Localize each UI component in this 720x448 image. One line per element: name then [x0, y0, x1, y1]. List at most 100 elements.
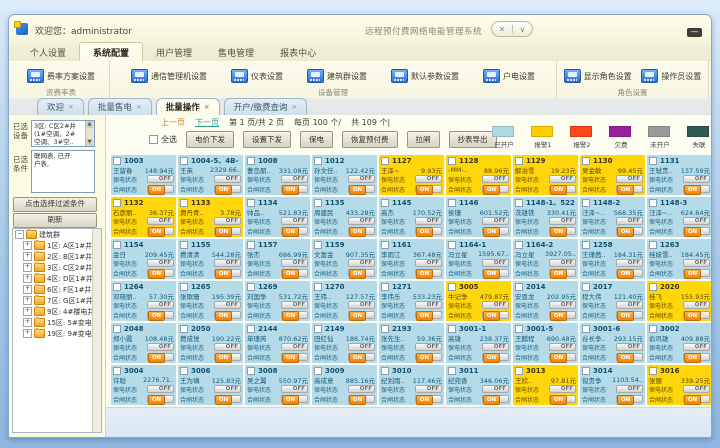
tree-item[interactable]: +7区: G区1#井: [13, 295, 101, 306]
card-checkbox[interactable]: [180, 199, 188, 207]
card-checkbox[interactable]: [247, 367, 255, 375]
switch-toggle[interactable]: ON: [616, 353, 643, 361]
card-checkbox[interactable]: [582, 367, 590, 375]
card-checkbox[interactable]: [247, 199, 255, 207]
meter-card[interactable]: 1154金日209.45元保电状态OFF合闸状态ON: [111, 239, 176, 279]
power-protect-toggle[interactable]: OFF: [616, 259, 643, 267]
power-protect-toggle[interactable]: OFF: [147, 175, 174, 183]
power-protect-toggle[interactable]: OFF: [147, 385, 174, 393]
power-protect-toggle[interactable]: OFF: [549, 259, 576, 267]
card-checkbox[interactable]: [448, 283, 456, 291]
selected-device-listbox[interactable]: 3区: C区2#井(1#空调、2#空调、3#空.. ▲ ▼: [31, 120, 95, 147]
switch-toggle[interactable]: ON: [415, 311, 442, 319]
power-protect-toggle[interactable]: OFF: [616, 301, 643, 309]
power-protect-toggle[interactable]: OFF: [415, 343, 442, 351]
power-protect-toggle[interactable]: OFF: [214, 343, 241, 351]
meter-card[interactable]: 3006王为璘125.83元保电状态OFF合闸状态ON: [178, 365, 243, 405]
meter-card[interactable]: 1128-MM-..88.96元保电状态OFF合闸状态ON: [446, 155, 511, 195]
card-checkbox[interactable]: [381, 283, 389, 291]
ribbon-tab-系统配置[interactable]: 系统配置: [79, 42, 143, 61]
switch-toggle[interactable]: ON: [147, 185, 174, 193]
card-checkbox[interactable]: [448, 367, 456, 375]
card-checkbox[interactable]: [582, 283, 590, 291]
power-protect-toggle[interactable]: OFF: [415, 217, 442, 225]
power-protect-toggle[interactable]: OFF: [281, 385, 308, 393]
power-protect-toggle[interactable]: OFF: [348, 175, 375, 183]
switch-toggle[interactable]: ON: [415, 395, 442, 403]
switch-toggle[interactable]: ON: [348, 353, 375, 361]
ribbon-button-户电设置[interactable]: 户电设置: [480, 67, 538, 85]
doc-tab-批量售电[interactable]: 批量售电×: [88, 98, 152, 115]
tree-item[interactable]: +19区: 9#变电站 (2#..: [13, 328, 101, 339]
meter-card[interactable]: 2193张先生..59.36元保电状态OFF合闸状态ON: [379, 323, 444, 363]
switch-toggle[interactable]: ON: [147, 269, 174, 277]
card-checkbox[interactable]: [247, 325, 255, 333]
doc-tab-批量操作[interactable]: 批量操作×: [156, 98, 220, 115]
ribbon-button-通信管理机设置[interactable]: 通信管理机设置: [128, 67, 210, 85]
expand-icon[interactable]: +: [23, 329, 32, 338]
expand-icon[interactable]: +: [23, 274, 32, 283]
switch-toggle[interactable]: ON: [482, 311, 509, 319]
power-protect-toggle[interactable]: OFF: [348, 385, 375, 393]
card-checkbox[interactable]: [515, 367, 523, 375]
switch-toggle[interactable]: ON: [549, 269, 576, 277]
card-checkbox[interactable]: [314, 157, 322, 165]
card-checkbox[interactable]: [180, 241, 188, 249]
meter-card[interactable]: 1265张歌珊195.39元保电状态OFF合闸状态ON: [178, 281, 243, 321]
switch-toggle[interactable]: ON: [549, 311, 576, 319]
card-checkbox[interactable]: [314, 241, 322, 249]
switch-toggle[interactable]: ON: [281, 185, 308, 193]
card-checkbox[interactable]: [649, 241, 657, 249]
card-checkbox[interactable]: [515, 283, 523, 291]
meter-card[interactable]: 1134帅品..521.83元保电状态OFF合闸状态ON: [245, 197, 310, 237]
switch-toggle[interactable]: ON: [415, 353, 442, 361]
power-protect-toggle[interactable]: OFF: [683, 259, 710, 267]
meter-card[interactable]: 1155费清清544.28元保电状态OFF合闸状态ON: [178, 239, 243, 279]
card-checkbox[interactable]: [649, 283, 657, 291]
meter-card[interactable]: 2048郑小霞108.48元保电状态OFF合闸状态ON: [111, 323, 176, 363]
close-icon[interactable]: ×: [204, 103, 210, 111]
card-checkbox[interactable]: [582, 325, 590, 333]
switch-toggle[interactable]: ON: [415, 185, 442, 193]
ribbon-button-建筑群设置[interactable]: 建筑群设置: [304, 67, 370, 85]
meter-card[interactable]: 1161李雨江367.48元保电状态OFF合闸状态ON: [379, 239, 444, 279]
power-protect-toggle[interactable]: OFF: [281, 259, 308, 267]
power-protect-toggle[interactable]: OFF: [549, 343, 576, 351]
card-checkbox[interactable]: [649, 367, 657, 375]
card-checkbox[interactable]: [314, 367, 322, 375]
tree-item[interactable]: +9区: 4#楼电井 (4#..: [13, 306, 101, 317]
selected-condition-listbox[interactable]: 联网表, 已开户表,: [31, 150, 95, 193]
card-checkbox[interactable]: [113, 325, 121, 333]
scroll-down-icon[interactable]: ▼: [86, 139, 93, 146]
meter-card[interactable]: 1008曹岛朋..331.08元保电状态OFF合闸状态ON: [245, 155, 310, 195]
meter-card[interactable]: 1131王轼贵..137.59元保电状态OFF合闸状态ON: [647, 155, 712, 195]
switch-toggle[interactable]: ON: [683, 269, 710, 277]
power-protect-toggle[interactable]: OFF: [482, 217, 509, 225]
power-protect-toggle[interactable]: OFF: [281, 217, 308, 225]
power-protect-toggle[interactable]: OFF: [482, 301, 509, 309]
meter-card[interactable]: 2149田红仙186.74元保电状态OFF合闸状态ON: [312, 323, 377, 363]
meter-card[interactable]: 3004许聪2276.71..保电状态OFF合闸状态ON: [111, 365, 176, 405]
card-checkbox[interactable]: [515, 241, 523, 249]
meter-card[interactable]: 1164-2冯立星3927.05..保电状态OFF合闸状态ON: [513, 239, 578, 279]
ribbon-tab-售电管理[interactable]: 售电管理: [205, 43, 267, 61]
ribbon-button-仪表设置[interactable]: 仪表设置: [228, 67, 286, 85]
toolbar-button-电价下发[interactable]: 电价下发: [186, 131, 234, 148]
switch-toggle[interactable]: ON: [147, 311, 174, 319]
switch-toggle[interactable]: ON: [549, 227, 576, 235]
listbox-scrollbar[interactable]: ▲ ▼: [85, 121, 94, 146]
power-protect-toggle[interactable]: OFF: [482, 343, 509, 351]
meter-card[interactable]: 2144单瑾芮870.62元保电状态OFF合闸状态ON: [245, 323, 310, 363]
meter-card[interactable]: 3001-5王麒程690.48元保电状态OFF合闸状态ON: [513, 323, 578, 363]
ribbon-tab-报表中心[interactable]: 报表中心: [267, 43, 329, 61]
expand-icon[interactable]: +: [23, 318, 32, 327]
card-checkbox[interactable]: [582, 241, 590, 249]
card-checkbox[interactable]: [180, 367, 188, 375]
power-protect-toggle[interactable]: OFF: [616, 175, 643, 183]
switch-toggle[interactable]: ON: [482, 227, 509, 235]
card-checkbox[interactable]: [448, 325, 456, 333]
tree-item[interactable]: +15区: 5#变电站 (3#..: [13, 317, 101, 328]
meter-card[interactable]: 2050费成悦190.22元保电状态OFF合闸状态ON: [178, 323, 243, 363]
expand-icon[interactable]: +: [23, 252, 32, 261]
power-protect-toggle[interactable]: OFF: [549, 385, 576, 393]
